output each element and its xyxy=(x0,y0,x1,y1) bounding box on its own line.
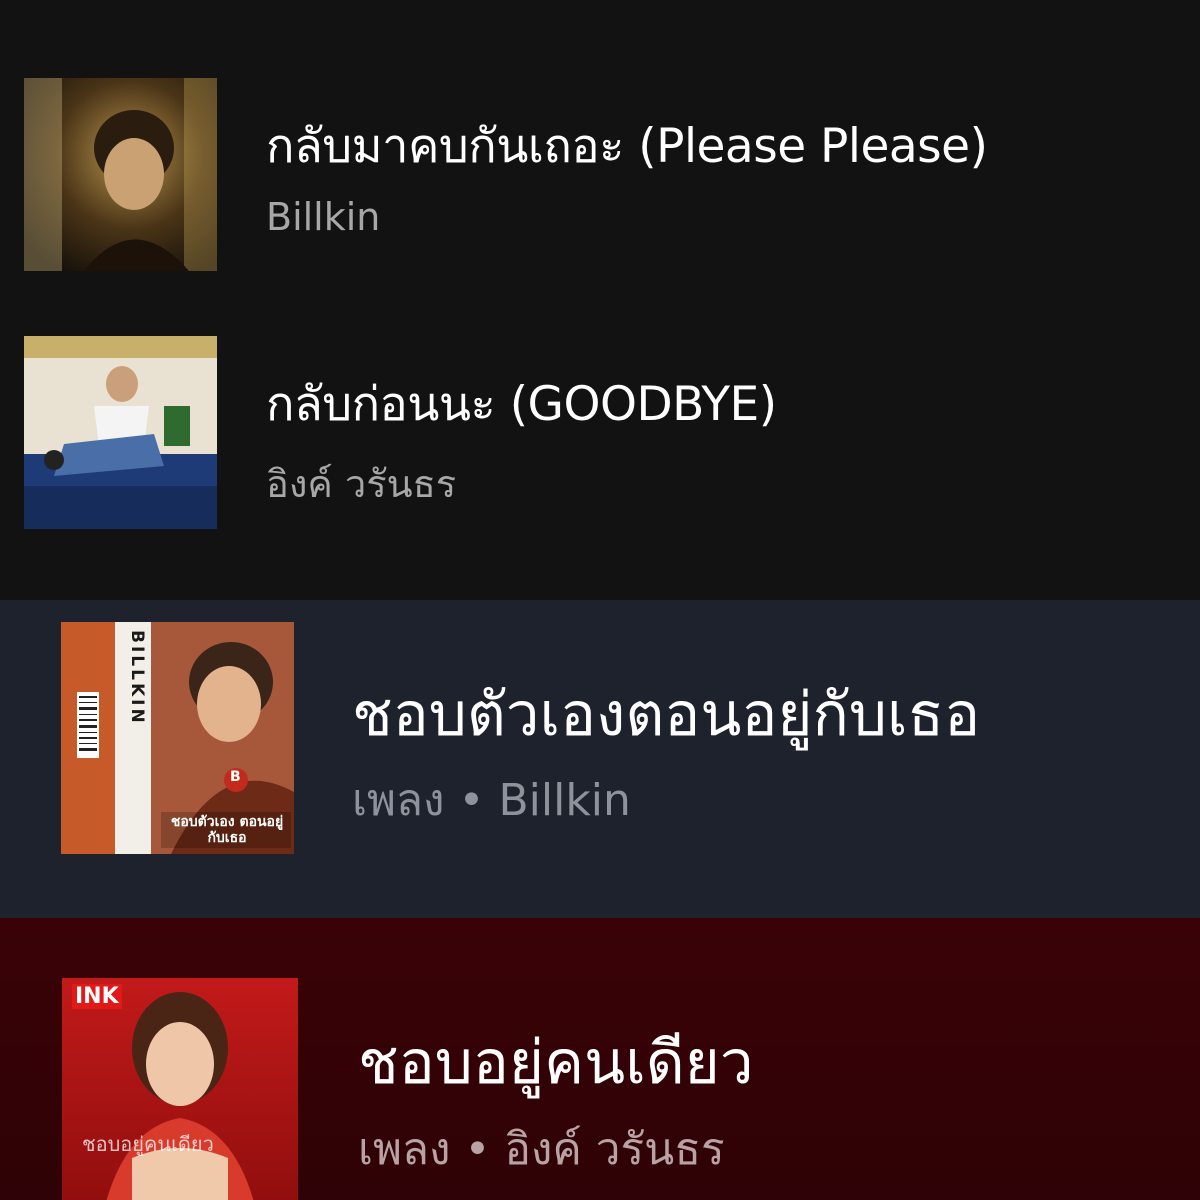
song-title: ชอบอยู่คนเดียว xyxy=(358,1028,754,1098)
track-title: กลับมาคบกันเถอะ (Please Please) xyxy=(266,119,988,174)
song-meta: เพลง • อิงค์ วรันธร xyxy=(358,1114,725,1184)
artist-name: Billkin xyxy=(498,775,631,826)
type-label: เพลง xyxy=(358,1124,451,1175)
spine-text: BILLKIN xyxy=(127,630,147,726)
track-title: กลับก่อนนะ (GOODBYE) xyxy=(266,377,777,432)
album-cover xyxy=(24,78,217,271)
song-card-row[interactable]: BILLKIN B ชอบตัวเอง ตอนอยู่กับเธอ ชอบตัว… xyxy=(0,600,1200,918)
separator-dot: • xyxy=(458,775,485,826)
track-artist: อิงค์ วรันธร xyxy=(266,462,457,506)
list-item[interactable]: กลับมาคบกันเถอะ (Please Please) Billkin xyxy=(0,0,1200,300)
song-card: INK ชอบอยู่คนเดียว ชอบอยู่คนเดียว เพลง • อ… xyxy=(0,918,1200,1200)
recent-tracks-list: กลับมาคบกันเถอะ (Please Please) Billkin … xyxy=(0,0,1200,600)
song-card: BILLKIN B ชอบตัวเอง ตอนอยู่กับเธอ ชอบตัว… xyxy=(0,600,1200,918)
artist-name: อิงค์ วรันธร xyxy=(504,1124,725,1175)
cover-badge: B xyxy=(230,769,241,785)
album-cover: BILLKIN B ชอบตัวเอง ตอนอยู่กับเธอ xyxy=(61,622,294,854)
cover-title: ชอบอยู่คนเดียว xyxy=(82,1132,214,1156)
album-cover: INK ชอบอยู่คนเดียว xyxy=(62,978,298,1200)
song-meta: เพลง • Billkin xyxy=(352,765,631,835)
list-item[interactable]: กลับก่อนนะ (GOODBYE) อิงค์ วรันธร xyxy=(0,300,1200,600)
song-card-row[interactable]: INK ชอบอยู่คนเดียว ชอบอยู่คนเดียว เพลง • อ… xyxy=(0,918,1200,1200)
separator-dot: • xyxy=(464,1124,491,1175)
song-title: ชอบตัวเองตอนอยู่กับเธอ xyxy=(352,680,981,750)
track-artist: Billkin xyxy=(266,195,381,239)
logo-text: INK xyxy=(72,984,122,1009)
type-label: เพลง xyxy=(352,775,445,826)
album-cover xyxy=(24,336,217,529)
cover-title: ชอบตัวเอง ตอนอยู่กับเธอ xyxy=(170,814,284,846)
